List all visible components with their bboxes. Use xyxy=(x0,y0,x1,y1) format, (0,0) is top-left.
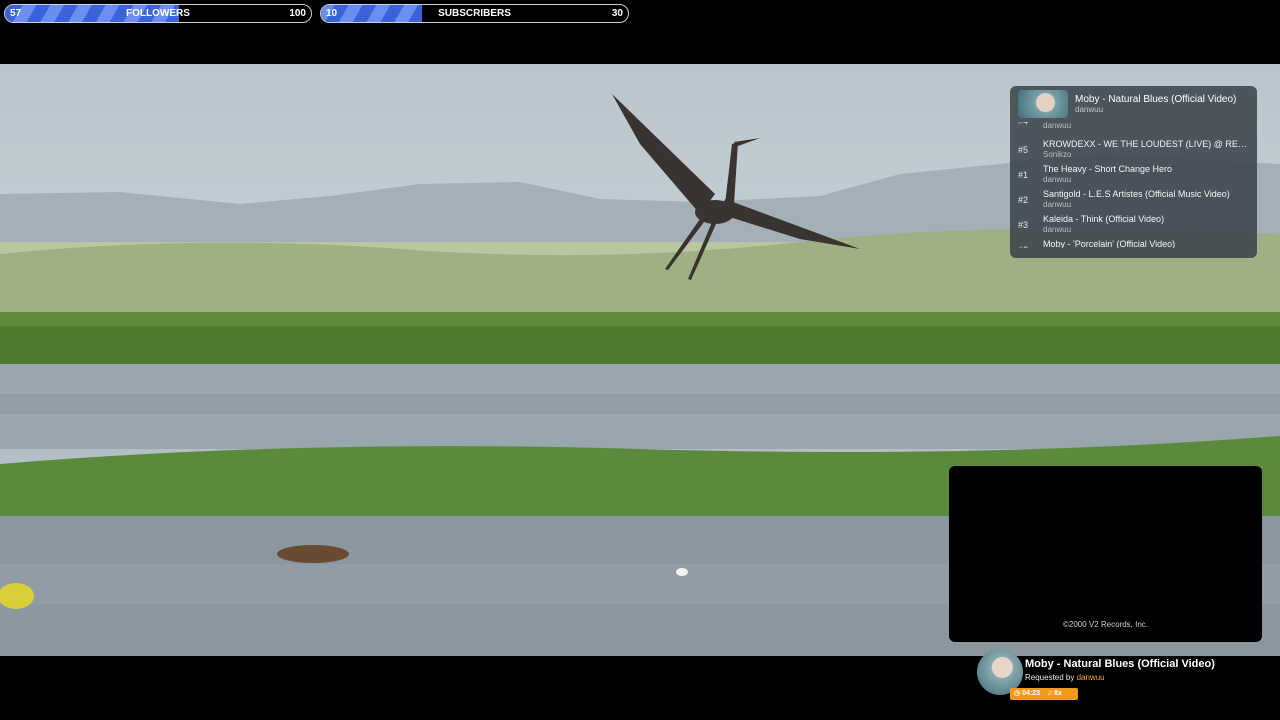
queue-item-number: #4 xyxy=(1018,122,1028,126)
song-queue-panel: Moby - Natural Blues (Official Video) da… xyxy=(1010,86,1257,258)
queue-item-title: The Heavy - Short Change Hero xyxy=(1043,164,1173,174)
song-thumbnail xyxy=(1018,90,1068,118)
queue-item-title: KROWDEXX - WE THE LOUDEST (LIVE) @ REBIR… xyxy=(1043,139,1250,149)
subscribers-goal-bar: 10 SUBSCRIBERS 30 xyxy=(320,4,629,23)
copyright-text: ©2000 V2 Records, Inc. xyxy=(1062,620,1149,629)
queue-item-requester: danwuu xyxy=(1043,175,1072,184)
followers-current: 57 xyxy=(10,8,22,19)
queue-item-title: Kaleida - Think (Official Video) xyxy=(1043,214,1165,224)
now-playing-title: Moby - Natural Blues (Official Video) xyxy=(1025,658,1215,670)
subscribers-current: 10 xyxy=(326,8,338,19)
queue-item-requester: Sonikzo xyxy=(1043,150,1072,159)
queue-current-requester: danwuu xyxy=(1075,105,1104,114)
requester-name: danwuu xyxy=(1076,673,1105,682)
subscribers-target: 30 xyxy=(611,8,623,19)
now-playing-requested: Requested by danwuu xyxy=(1025,673,1105,682)
queue-item[interactable]: #2 Santigold - L.E.S Artistes (Official … xyxy=(1010,187,1257,212)
queue-item[interactable]: #3 Kaleida - Think (Official Video) danw… xyxy=(1010,212,1257,237)
queue-item-number: #5 xyxy=(1018,145,1029,155)
queue-item-number: #2 xyxy=(1018,195,1029,205)
queue-item-requester: danwuu xyxy=(1043,200,1072,209)
queue-item-number: #1 xyxy=(1018,170,1029,180)
now-playing-time: 04:23 xyxy=(1022,690,1040,697)
followers-goal-fill xyxy=(5,5,180,22)
queue-item-requester: danwuu xyxy=(1043,225,1072,234)
queue-item-number: #6 xyxy=(1018,245,1028,248)
queue-current-song: Moby - Natural Blues (Official Video) da… xyxy=(1018,90,1251,118)
followers-target: 100 xyxy=(289,8,306,19)
queue-item[interactable]: #6 Moby - 'Porcelain' (Official Video) xyxy=(1010,237,1257,248)
clock-icon: ◷ xyxy=(1014,690,1021,697)
music-video-overlay: ©2000 V2 Records, Inc. xyxy=(949,466,1262,642)
requested-by-label: Requested by xyxy=(1025,673,1075,682)
queue-item-partial: #4 danwuu xyxy=(1010,122,1257,133)
queue-list[interactable]: #4 danwuu #5 KROWDEXX - WE THE LOUDEST (… xyxy=(1010,122,1257,248)
queue-item[interactable]: #5 KROWDEXX - WE THE LOUDEST (LIVE) @ RE… xyxy=(1010,137,1257,162)
queue-item-requester: danwuu xyxy=(1043,122,1072,130)
queue-item-title: Moby - 'Porcelain' (Official Video) xyxy=(1043,239,1176,248)
queue-item-number: #3 xyxy=(1018,220,1029,230)
now-playing-count: 8x xyxy=(1054,690,1062,697)
queue-current-title: Moby - Natural Blues (Official Video) xyxy=(1075,94,1237,105)
queue-item-title: Santigold - L.E.S Artistes (Official Mus… xyxy=(1043,189,1230,199)
now-playing-meta-badge: ◷ 04:23 ♫ 8x xyxy=(1010,688,1078,700)
followers-goal-bar: 57 FOLLOWERS 100 xyxy=(4,4,312,23)
music-note-icon: ♫ xyxy=(1046,690,1053,697)
queue-item[interactable]: #1 The Heavy - Short Change Hero danwuu xyxy=(1010,162,1257,187)
